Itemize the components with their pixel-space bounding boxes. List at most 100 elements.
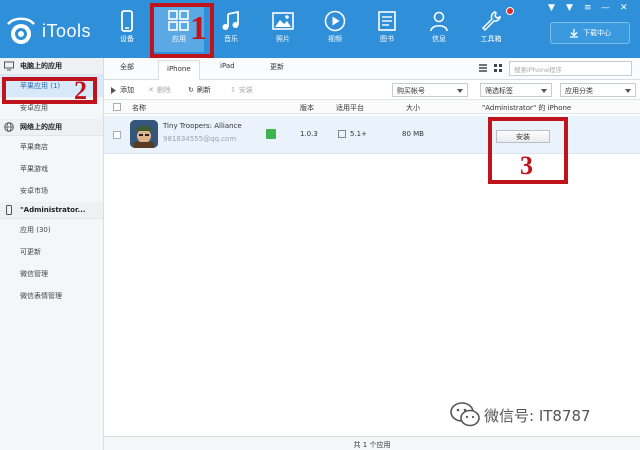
nav-books[interactable]: 图书 (362, 6, 412, 52)
tab-ipad[interactable]: iPad (220, 62, 235, 70)
sidebar-item-updates[interactable]: 可更新 (0, 241, 103, 263)
sidebar-section-device: "Administrator... (0, 202, 103, 219)
download-center-button[interactable]: 下载中心 (550, 22, 630, 44)
globe-icon (4, 122, 14, 132)
nav-info[interactable]: 信息 (414, 6, 464, 52)
nav-books-label: 图书 (380, 35, 394, 43)
wrench-icon (481, 11, 501, 32)
annotation-number-2: 2 (74, 76, 87, 105)
table-header: 名称 版本 适用平台 大小 "Administrator" 的 iPhone (104, 100, 640, 114)
sidebar-item-wechat-stickers[interactable]: 微信表情管理 (0, 285, 103, 307)
account-dropdown[interactable]: 购买帐号 (392, 83, 468, 97)
sidebar-item-android-market[interactable]: 安卓市场 (0, 180, 103, 202)
app-size: 80 MB (402, 130, 424, 138)
app-icon (130, 120, 158, 148)
select-all-checkbox[interactable] (113, 103, 121, 111)
sidebar-item-apple-store[interactable]: 苹果商店 (0, 136, 103, 158)
download-icon (570, 29, 578, 38)
phone-icon (121, 10, 133, 32)
wechat-icon (450, 402, 480, 427)
close-icon[interactable]: ✕ (620, 3, 628, 13)
nav-toolbox-label: 工具箱 (480, 35, 502, 43)
column-device[interactable]: "Administrator" 的 iPhone (482, 103, 571, 113)
category-dropdown-label: 应用分类 (565, 87, 593, 95)
grid-view-icon[interactable] (493, 63, 503, 73)
account-dropdown-label: 购买帐号 (397, 87, 425, 95)
app-tag-icon (266, 129, 276, 139)
row-checkbox[interactable] (113, 131, 121, 139)
sidebar-item-apple-games[interactable]: 苹果游戏 (0, 158, 103, 180)
delete-button[interactable]: ✕ 删除 (148, 85, 171, 95)
add-button[interactable]: 添加 (110, 85, 134, 95)
refresh-button-label: 刷新 (196, 86, 211, 94)
nav-info-label: 信息 (432, 35, 446, 43)
skin-icon[interactable]: ▼ (548, 3, 555, 13)
photo-icon (272, 12, 294, 30)
nav-photos-label: 照片 (276, 35, 290, 43)
search-input[interactable]: 搜索iPhone程序 (509, 61, 632, 76)
music-note-icon (222, 10, 239, 30)
shirt-icon[interactable]: ▼ (566, 3, 573, 13)
refresh-icon: ↻ (188, 86, 194, 94)
book-icon (378, 11, 396, 31)
nav-photos[interactable]: 照片 (258, 6, 308, 52)
annotation-number-3: 3 (520, 151, 533, 180)
add-button-label: 添加 (120, 86, 134, 94)
tab-bar: 全部 iPhone iPad 更新 搜索iPhone程序 (104, 58, 640, 80)
install-toolbar-button[interactable]: ⇩ 安装 (230, 85, 253, 95)
sidebar-section-pc: 电脑上的应用 (0, 58, 103, 75)
monitor-icon (4, 61, 14, 71)
watermark-text: 微信号: IT8787 (484, 406, 591, 425)
arrow-right-icon (111, 86, 116, 94)
phone-icon (6, 205, 12, 215)
app-name: iTools (42, 20, 92, 41)
x-icon: ✕ (148, 86, 154, 94)
category-dropdown[interactable]: 应用分类 (560, 83, 636, 97)
app-version: 1.0.3 (300, 130, 318, 138)
device-compat-icon (338, 130, 346, 138)
sidebar-section-pc-label: 电脑上的应用 (20, 62, 62, 70)
top-bar: iTools 设备 应用 音乐 照片 视频 图书 信息 工具箱 ▼ ▼ ≡ — … (0, 0, 640, 58)
toolbar: 添加 ✕ 删除 ↻ 刷新 ⇩ 安装 购买帐号 筛选标签 应用分类 (104, 80, 640, 100)
install-icon: ⇩ (230, 86, 236, 94)
column-version[interactable]: 版本 (300, 103, 314, 113)
delete-button-label: 删除 (156, 86, 171, 94)
nav-video-label: 视频 (328, 35, 342, 43)
nav-video[interactable]: 视频 (310, 6, 360, 52)
sidebar-section-web: 网络上的应用 (0, 119, 103, 136)
tab-updates[interactable]: 更新 (270, 62, 284, 72)
nav-device[interactable]: 设备 (102, 6, 152, 52)
sidebar-section-device-label: "Administrator... (20, 206, 86, 214)
list-view-icon[interactable] (478, 63, 488, 73)
tab-all[interactable]: 全部 (120, 62, 134, 72)
app-name: Tiny Troopers: Alliance (163, 122, 242, 130)
filter-dropdown[interactable]: 筛选标签 (480, 83, 552, 97)
itools-logo-icon (4, 14, 38, 48)
tab-iphone[interactable]: iPhone (158, 60, 200, 80)
column-name[interactable]: 名称 (132, 103, 146, 113)
chevron-down-icon (625, 89, 631, 93)
column-size[interactable]: 大小 (406, 103, 420, 113)
nav-device-label: 设备 (120, 35, 134, 43)
install-toolbar-button-label: 安装 (238, 86, 253, 94)
app-logo: iTools (4, 14, 114, 48)
menu-icon[interactable]: ≡ (584, 3, 592, 13)
app-platform: 5.1+ (350, 130, 367, 138)
sidebar-item-wechat[interactable]: 微信管理 (0, 263, 103, 285)
column-platform[interactable]: 适用平台 (336, 103, 364, 113)
sidebar-item-device-apps[interactable]: 应用 (30) (0, 219, 103, 241)
app-account: 981834555@qq.com (163, 135, 237, 143)
sidebar-section-web-label: 网络上的应用 (20, 123, 62, 131)
chevron-down-icon (457, 89, 463, 93)
minimize-icon[interactable]: — (601, 3, 610, 13)
filter-dropdown-label: 筛选标签 (485, 87, 513, 95)
annotation-number-1: 1 (190, 10, 207, 47)
status-bar: 共 1 个应用 (104, 436, 640, 450)
download-center-label: 下载中心 (583, 29, 611, 37)
refresh-button[interactable]: ↻ 刷新 (188, 85, 211, 95)
sidebar: 电脑上的应用 苹果应用 (1) 安卓应用 网络上的应用 苹果商店 苹果游戏 安卓… (0, 58, 104, 450)
notification-dot (506, 7, 514, 15)
chevron-down-icon (541, 89, 547, 93)
watermark: 微信号: IT8787 (450, 402, 591, 428)
user-icon (430, 11, 448, 32)
